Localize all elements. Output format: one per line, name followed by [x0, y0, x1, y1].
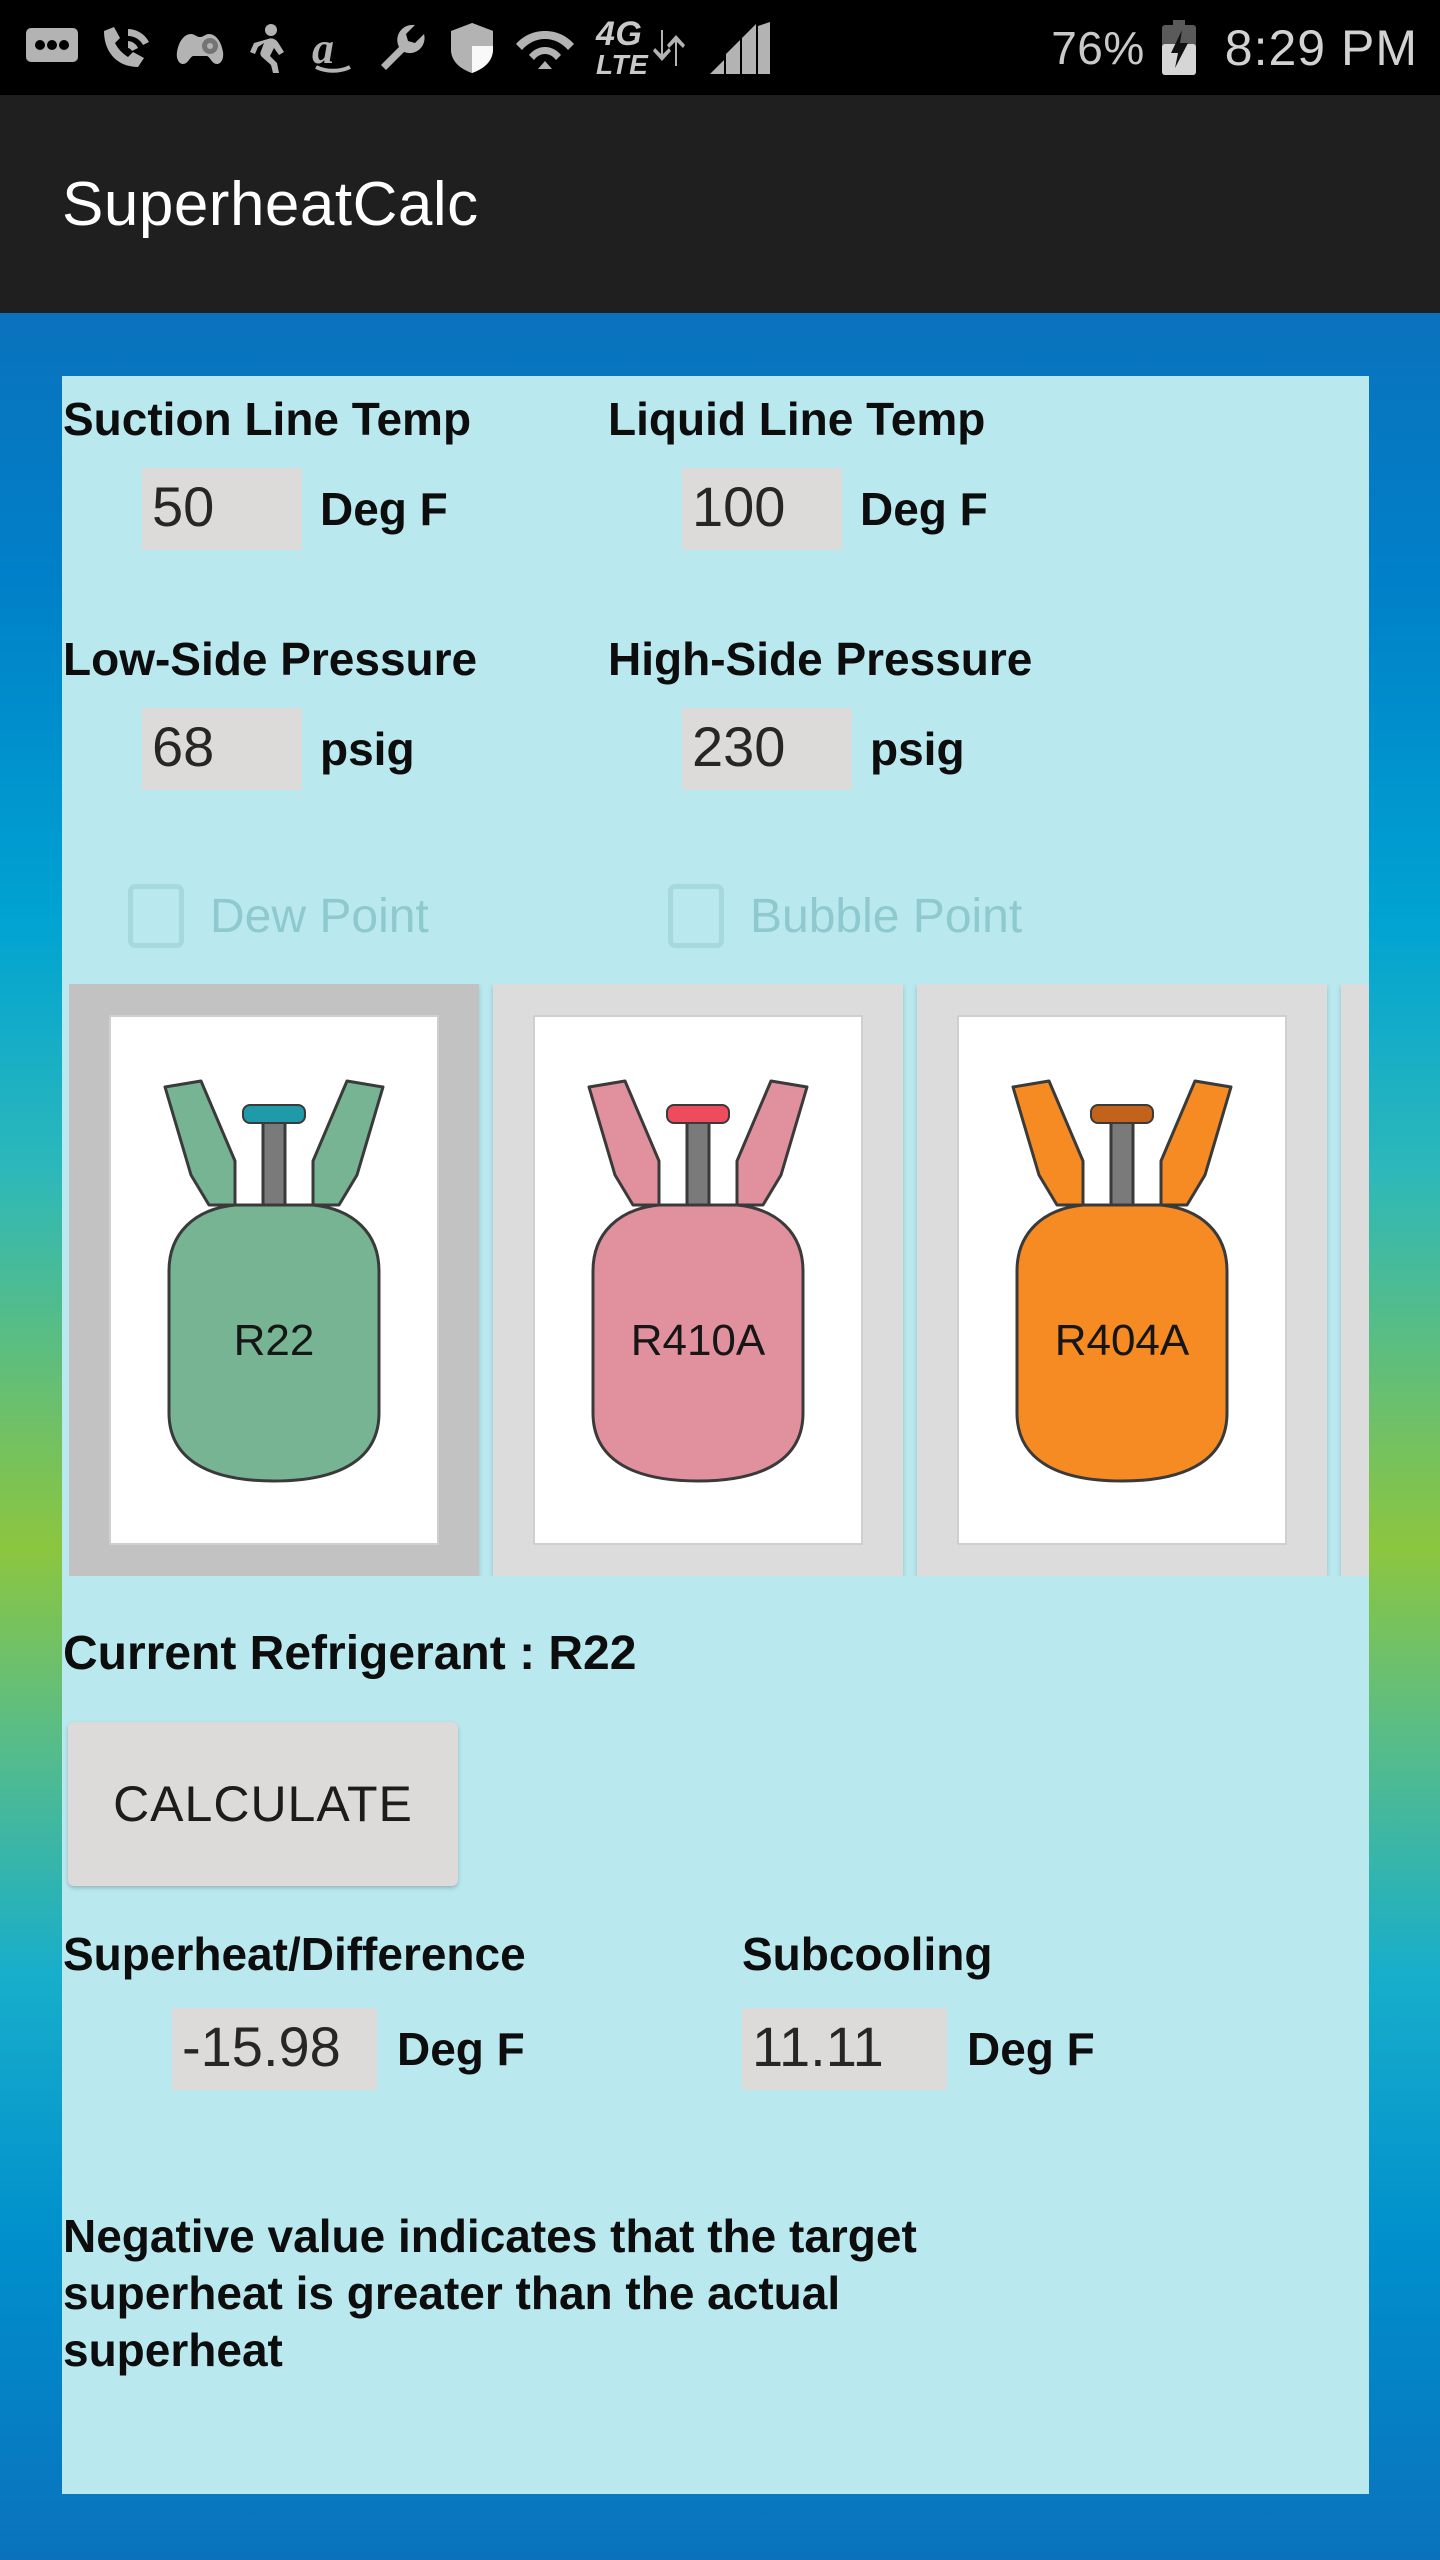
content-panel: Suction Line Temp Liquid Line Temp Deg F…	[62, 376, 1369, 2494]
4g-lte-icon: 4G LTE	[596, 17, 686, 79]
suction-line-temp-input[interactable]	[142, 468, 302, 550]
refrigerant-cylinder-icon: R22	[163, 1079, 385, 1483]
low-side-pressure-unit: psig	[320, 723, 415, 775]
status-bar-system-icons: 76% 8:29 PM	[1051, 19, 1418, 77]
svg-text:R22: R22	[234, 1316, 315, 1365]
running-person-icon	[250, 23, 284, 73]
network-type-lte: LTE	[596, 48, 649, 80]
network-type-4g: 4G	[596, 14, 643, 53]
battery-charging-icon	[1161, 19, 1196, 75]
svg-text:R404A: R404A	[1055, 1316, 1190, 1365]
svg-text:a: a	[312, 24, 334, 73]
shield-icon	[451, 22, 493, 73]
checkbox-unchecked-icon[interactable]	[668, 884, 724, 948]
signal-bars-icon	[710, 21, 771, 74]
status-bar-notification-icons: a 4G LTE	[26, 17, 1051, 79]
calculate-button[interactable]: CALCULATE	[68, 1722, 458, 1886]
current-refrigerant-label: Current Refrigerant : R22	[63, 1627, 637, 1680]
bubble-point-checkbox[interactable]: Bubble Point	[668, 884, 1022, 948]
high-side-pressure-input[interactable]	[682, 708, 852, 790]
data-transfer-arrows-icon	[653, 29, 686, 66]
svg-text:R410A: R410A	[631, 1316, 766, 1365]
refrigerant-cylinder-icon: R404A	[1011, 1079, 1233, 1483]
checkbox-unchecked-icon[interactable]	[128, 884, 184, 948]
high-side-pressure-unit: psig	[870, 723, 965, 775]
subcooling-unit: Deg F	[967, 2023, 1095, 2075]
superheat-unit: Deg F	[397, 2023, 525, 2075]
wrench-icon	[381, 24, 425, 70]
refrigerant-card-next[interactable]	[1341, 984, 1369, 1576]
subcooling-value-output[interactable]	[742, 2008, 947, 2090]
refrigerant-cylinder-icon: R410A	[587, 1079, 809, 1483]
amazon-icon: a	[312, 24, 351, 73]
refrigerant-card-r22[interactable]: R22	[69, 984, 479, 1576]
refrigerant-image-frame: R410A	[533, 1015, 863, 1545]
liquid-line-temp-input[interactable]	[682, 468, 842, 550]
messages-icon	[26, 27, 78, 62]
refrigerant-image-frame: R22	[109, 1015, 439, 1545]
liquid-line-temp-label: Liquid Line Temp	[608, 393, 986, 445]
status-bar: a 4G LTE 76% 8:29 PM	[0, 0, 1440, 95]
dew-point-checkbox[interactable]: Dew Point	[128, 884, 429, 948]
low-side-pressure-input[interactable]	[142, 708, 302, 790]
refrigerant-card-strip[interactable]: R22 R410A R404A	[69, 984, 1369, 1576]
suction-line-temp-label: Suction Line Temp	[63, 393, 472, 445]
subcooling-label: Subcooling	[742, 1928, 993, 1980]
status-bar-clock: 8:29 PM	[1224, 19, 1418, 76]
wifi-calling-icon	[104, 26, 149, 67]
superheat-label: Superheat/Difference	[63, 1928, 526, 1980]
bubble-point-label: Bubble Point	[750, 889, 1023, 943]
negative-value-note: Negative value indicates that the target…	[63, 2210, 917, 2377]
app-bar: SuperheatCalc	[0, 95, 1440, 313]
suction-line-temp-unit: Deg F	[320, 483, 448, 535]
liquid-line-temp-unit: Deg F	[860, 483, 988, 535]
game-controller-icon	[176, 33, 224, 64]
refrigerant-card-r410a[interactable]: R410A	[493, 984, 903, 1576]
battery-percent-label: 76%	[1051, 21, 1145, 74]
low-side-pressure-label: Low-Side Pressure	[63, 633, 478, 685]
app-title: SuperheatCalc	[62, 169, 479, 239]
high-side-pressure-label: High-Side Pressure	[608, 633, 1033, 685]
refrigerant-card-r404a[interactable]: R404A	[917, 984, 1327, 1576]
refrigerant-image-frame: R404A	[957, 1015, 1287, 1545]
superheat-value-output[interactable]	[172, 2008, 377, 2090]
wifi-icon	[516, 30, 574, 69]
dew-point-label: Dew Point	[210, 889, 429, 943]
